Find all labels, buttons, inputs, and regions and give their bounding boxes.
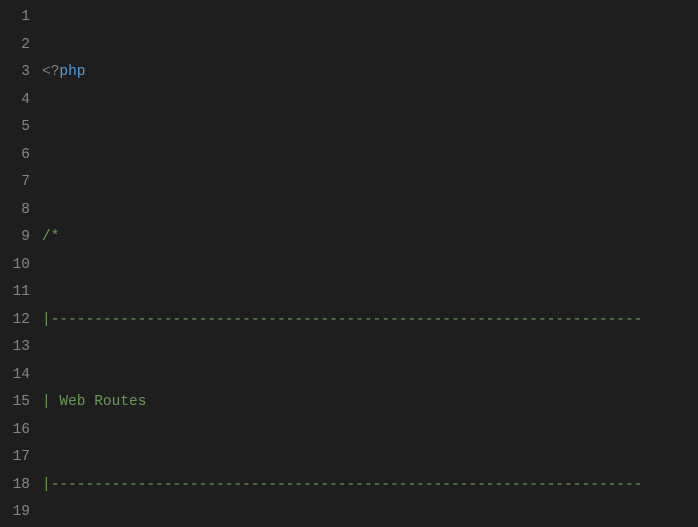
line-number: 15	[0, 389, 30, 417]
comment: | Web Routes	[42, 394, 146, 410]
line-number: 13	[0, 334, 30, 362]
code-line: /*	[42, 224, 698, 252]
code-line: | Web Routes	[42, 389, 698, 417]
line-number: 7	[0, 169, 30, 197]
comment: /*	[42, 229, 59, 245]
line-number: 10	[0, 252, 30, 280]
php-open-tag: <?	[42, 64, 59, 80]
line-number: 19	[0, 499, 30, 527]
line-number: 6	[0, 142, 30, 170]
line-number: 17	[0, 444, 30, 472]
php-keyword: php	[59, 64, 85, 80]
line-number: 18	[0, 472, 30, 500]
line-number: 9	[0, 224, 30, 252]
line-number: 2	[0, 32, 30, 60]
comment: |---------------------------------------…	[42, 477, 642, 493]
code-line: <?php	[42, 59, 698, 87]
line-number: 1	[0, 4, 30, 32]
line-number-gutter: 1 2 3 4 5 6 7 8 9 10 11 12 13 14 15 16 1…	[0, 0, 42, 525]
line-number: 5	[0, 114, 30, 142]
comment: |---------------------------------------…	[42, 312, 642, 328]
code-line: |---------------------------------------…	[42, 472, 698, 500]
code-line	[42, 142, 698, 170]
code-area[interactable]: <?php /* |------------------------------…	[42, 0, 698, 525]
line-number: 12	[0, 307, 30, 335]
line-number: 11	[0, 279, 30, 307]
line-number: 8	[0, 197, 30, 225]
line-number: 4	[0, 87, 30, 115]
code-line: |---------------------------------------…	[42, 307, 698, 335]
code-editor: 1 2 3 4 5 6 7 8 9 10 11 12 13 14 15 16 1…	[0, 0, 698, 525]
line-number: 3	[0, 59, 30, 87]
line-number: 14	[0, 362, 30, 390]
line-number: 16	[0, 417, 30, 445]
